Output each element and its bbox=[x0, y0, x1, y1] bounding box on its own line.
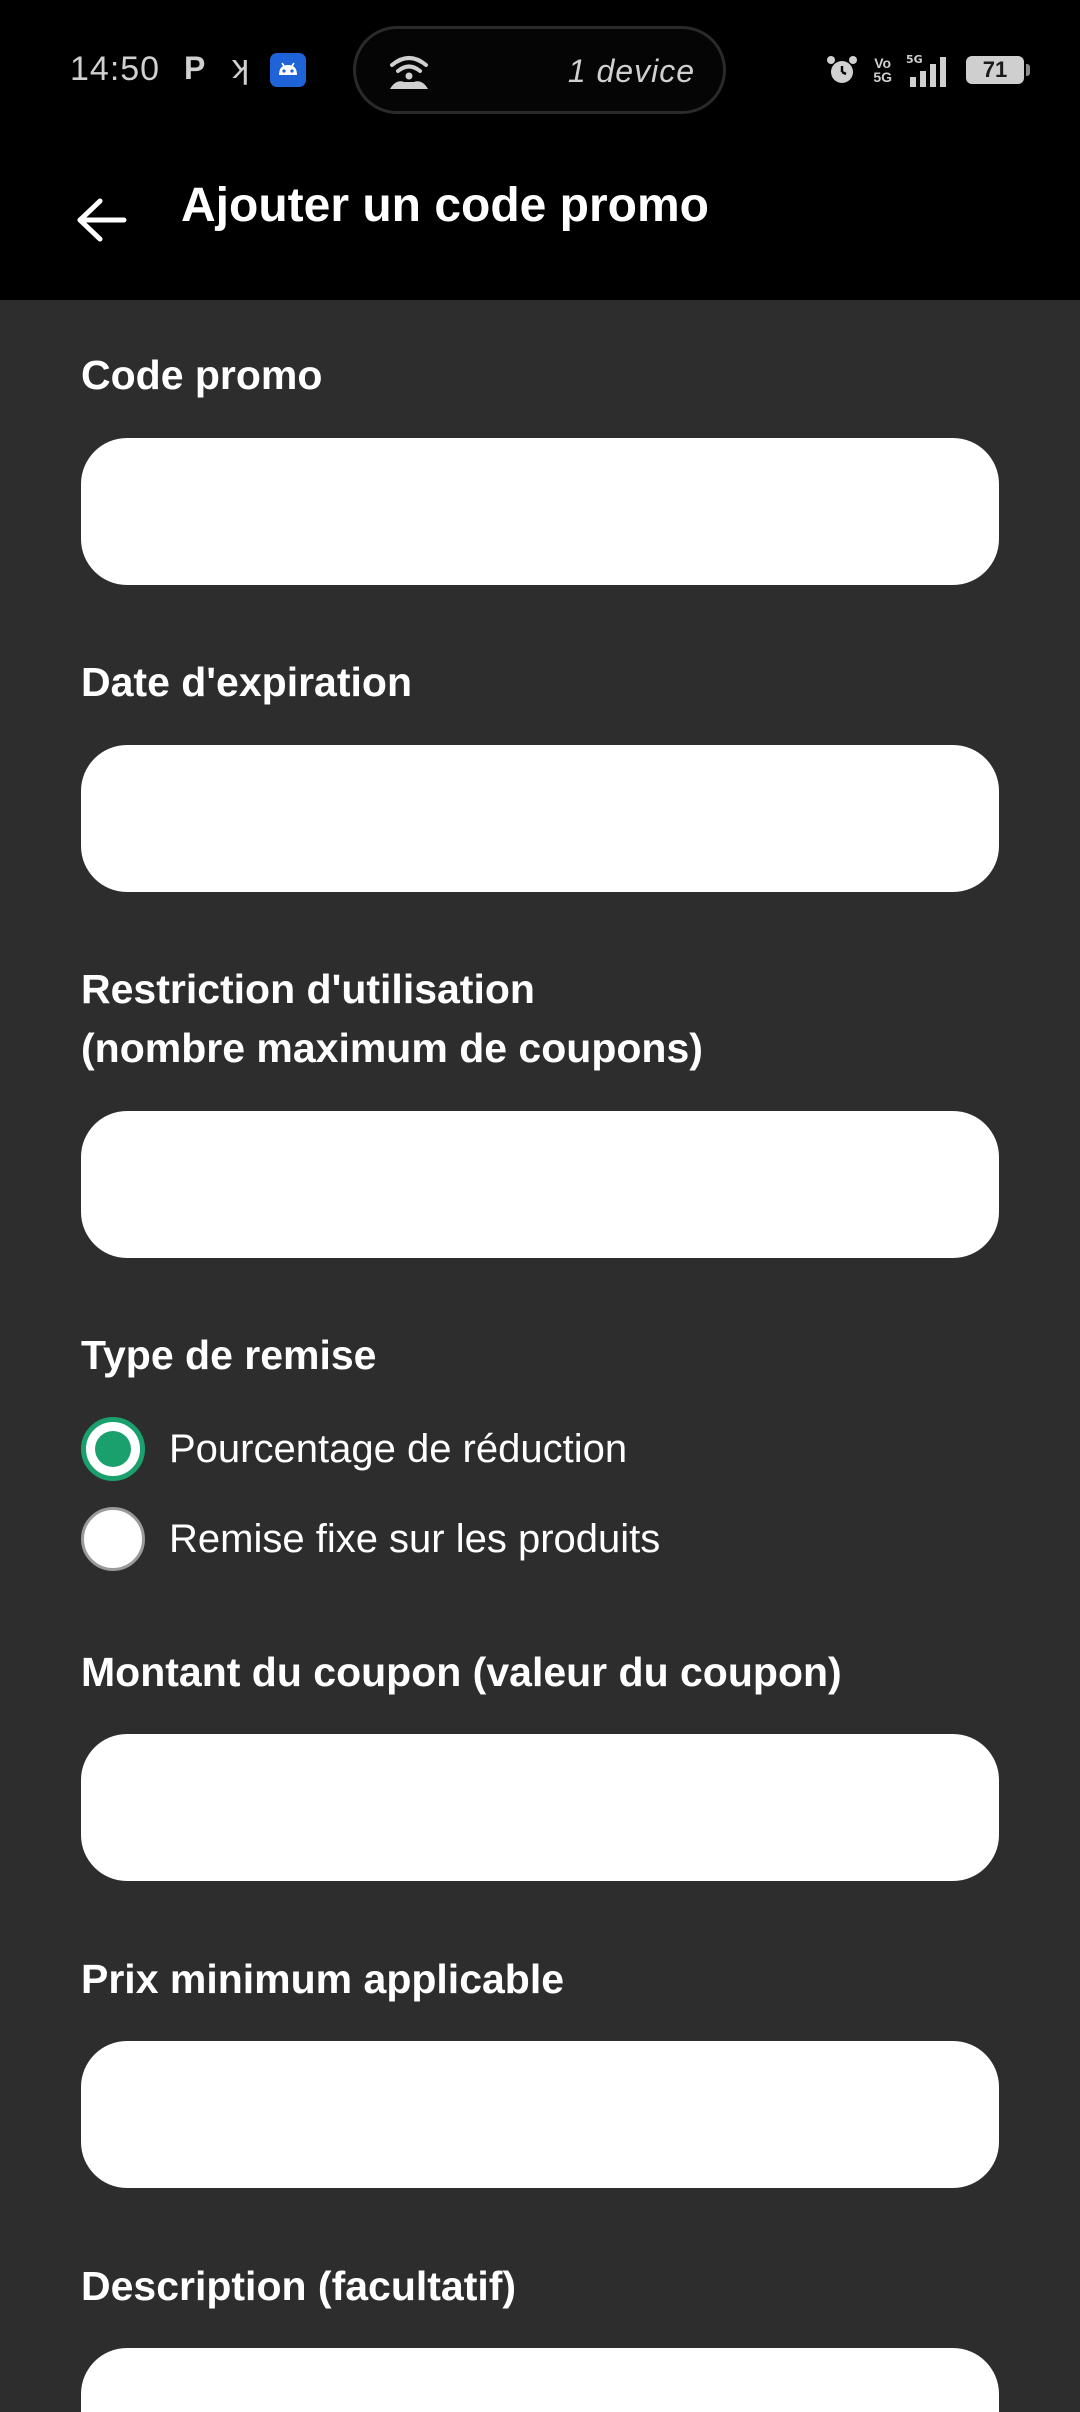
coupon-amount-input[interactable] bbox=[81, 1734, 999, 1881]
parking-app-icon: P bbox=[184, 50, 206, 86]
minimum-price-label: Prix minimum applicable bbox=[81, 1956, 565, 2002]
radio-label: Remise fixe sur les produits bbox=[169, 1516, 661, 1561]
promo-code-label: Code promo bbox=[81, 352, 323, 398]
coupon-amount-label: Montant du coupon (valeur du coupon) bbox=[81, 1649, 842, 1695]
page-title: Ajouter un code promo bbox=[181, 179, 709, 232]
description-input[interactable] bbox=[81, 2348, 999, 2412]
expiration-date-label: Date d'expiration bbox=[81, 659, 412, 705]
minimum-price-input[interactable] bbox=[81, 2041, 999, 2188]
arrow-left-icon bbox=[77, 198, 127, 242]
signal-icon: 5G bbox=[906, 53, 946, 87]
hotspot-device-count: 1 device bbox=[567, 53, 695, 89]
usage-restriction-label-line1: Restriction d'utilisation bbox=[81, 966, 535, 1012]
usage-restriction-label: Restriction d'utilisation (nombre maximu… bbox=[81, 960, 703, 1078]
usage-restriction-input[interactable] bbox=[81, 1111, 999, 1258]
volte-icon: Vo 5G bbox=[873, 55, 892, 85]
status-icons: Vo 5G 5G 71 bbox=[825, 50, 1030, 90]
discount-type-option-percentage[interactable]: Pourcentage de réduction bbox=[81, 1416, 627, 1482]
discount-type-label: Type de remise bbox=[81, 1332, 377, 1378]
app-bar: Ajouter un code promo bbox=[0, 142, 1080, 300]
android-icon bbox=[270, 53, 306, 87]
discount-type-option-fixed[interactable]: Remise fixe sur les produits bbox=[81, 1506, 660, 1572]
promo-code-input[interactable] bbox=[81, 438, 999, 585]
status-time: 14:50 bbox=[70, 50, 161, 88]
description-label: Description (facultatif) bbox=[81, 2263, 517, 2309]
expiration-date-input[interactable] bbox=[81, 745, 999, 892]
radio-button-selected[interactable] bbox=[81, 1417, 145, 1481]
alarm-icon bbox=[827, 56, 858, 83]
usage-restriction-label-line2: (nombre maximum de coupons) bbox=[81, 1025, 703, 1071]
battery-level: 71 bbox=[982, 57, 1008, 82]
hotspot-icon bbox=[390, 56, 428, 89]
status-bar: 14:50 P ʞ 1 device Vo 5G 5G 71 bbox=[0, 0, 1080, 142]
radio-button[interactable] bbox=[81, 1507, 145, 1571]
app-notification-icon: ʞ bbox=[232, 48, 249, 86]
radio-label: Pourcentage de réduction bbox=[169, 1426, 628, 1471]
back-button[interactable] bbox=[62, 180, 142, 260]
hotspot-indicator[interactable]: 1 device bbox=[353, 26, 726, 114]
network-type-label: 5G bbox=[906, 53, 923, 66]
battery-icon: 71 bbox=[966, 56, 1030, 84]
